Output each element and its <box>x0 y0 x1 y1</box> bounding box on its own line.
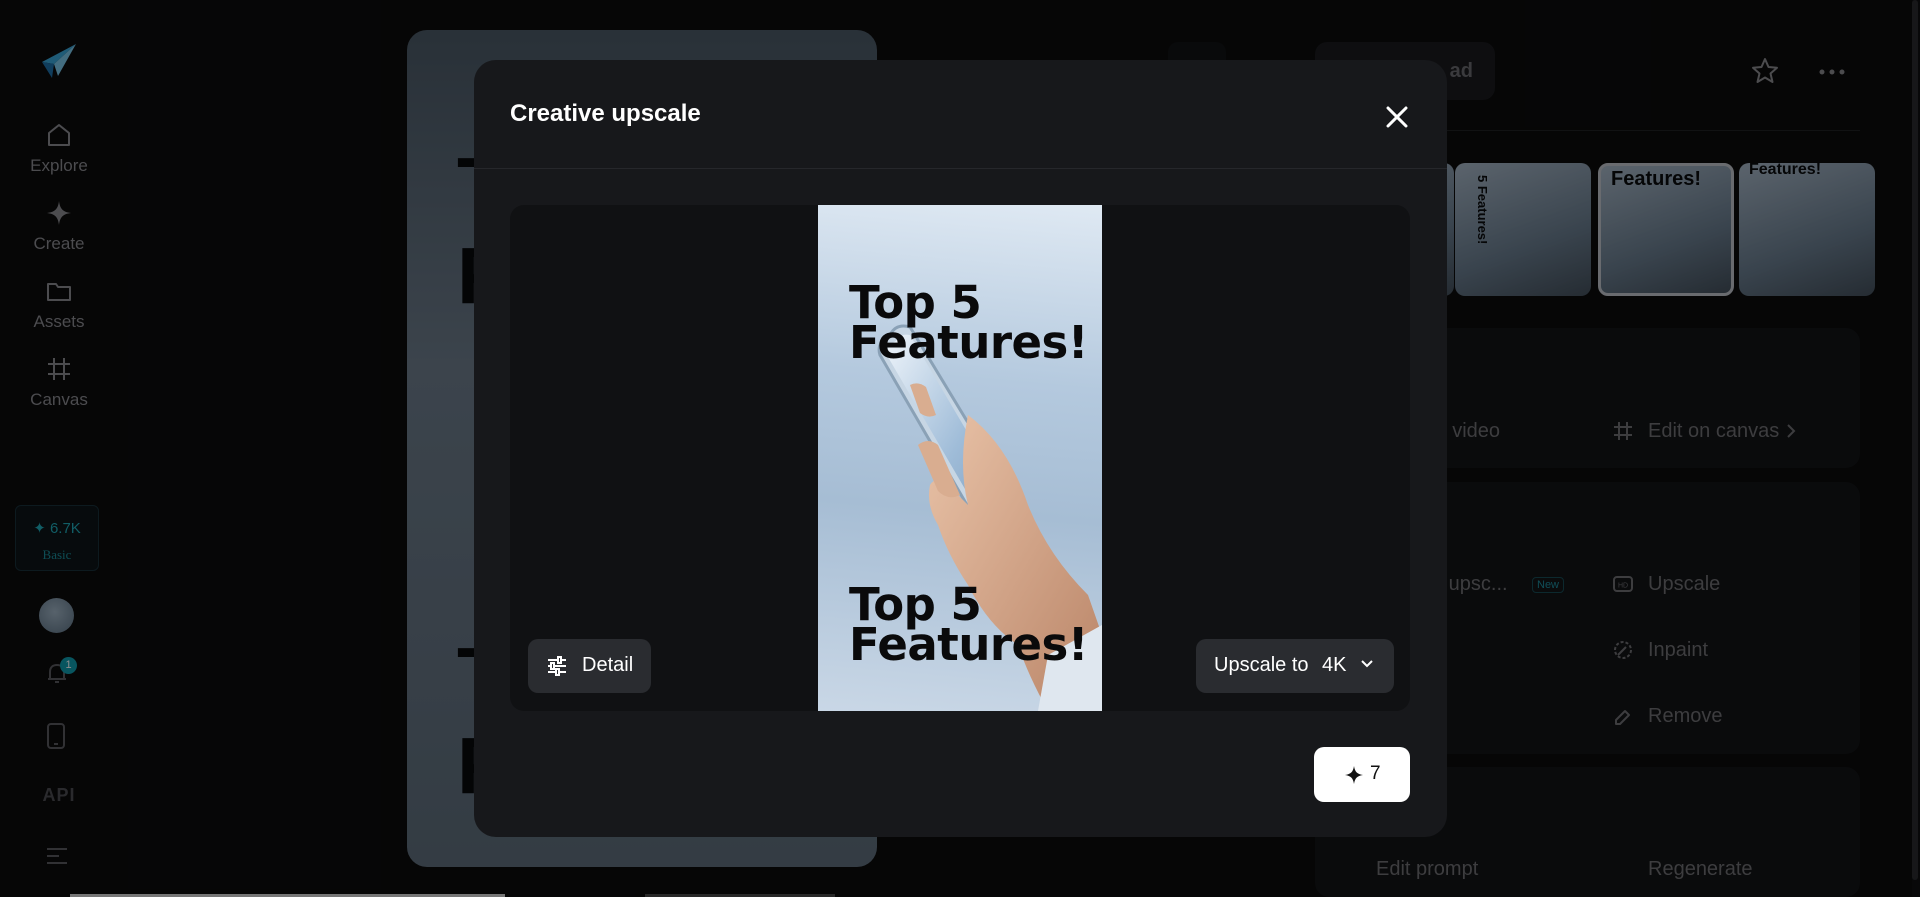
detail-button[interactable]: Detail <box>528 639 651 693</box>
upscale-value: 4K <box>1322 654 1347 676</box>
preview-image: Top 5 Features! Top 5 Features! <box>818 205 1102 711</box>
close-icon[interactable] <box>1380 100 1414 134</box>
dialog-divider <box>474 168 1447 169</box>
preview-text: Features! <box>849 316 1088 369</box>
generate-cost: 7 <box>1370 763 1381 784</box>
dialog-title: Creative upscale <box>510 100 701 127</box>
upscale-label: Upscale to <box>1214 654 1309 676</box>
preview-area: Top 5 Features! Top 5 Features! Detail U… <box>510 205 1410 711</box>
detail-label: Detail <box>582 654 634 676</box>
creative-upscale-dialog: Creative upscale Top 5 Features! Top 5 F… <box>474 60 1447 837</box>
upscale-resolution-select[interactable]: Upscale to 4K <box>1196 639 1394 693</box>
generate-button[interactable]: 7 <box>1314 747 1410 802</box>
sparkle-icon <box>1345 766 1363 784</box>
preview-text: Features! <box>849 618 1088 671</box>
sliders-icon <box>548 656 566 676</box>
chevron-down-icon <box>1361 660 1373 668</box>
